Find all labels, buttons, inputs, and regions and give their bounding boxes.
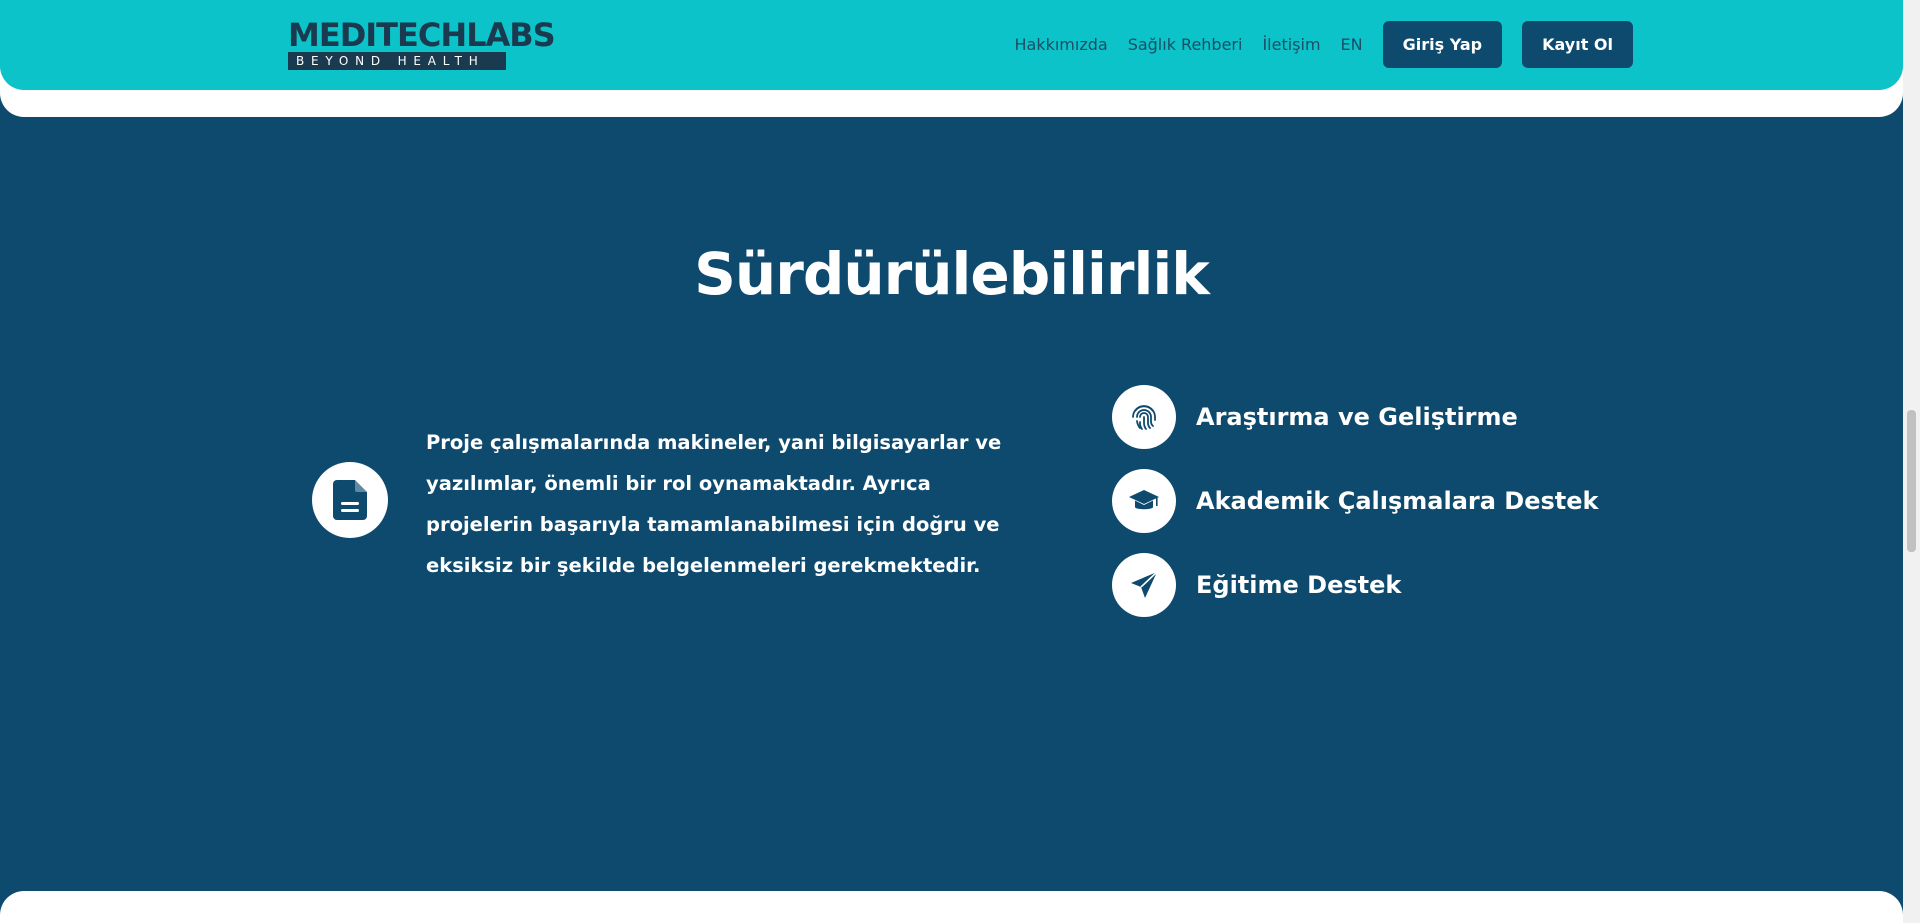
header: MEDITECHLABS BEYOND HEALTH Hakkımızda Sa… [0,0,1903,90]
feature-icon-badge [1112,553,1176,617]
feature-label-academic: Akademik Çalışmalara Destek [1196,487,1599,515]
scrollbar-thumb[interactable] [1907,410,1916,552]
feature-label-education: Eğitime Destek [1196,571,1402,599]
scrollbar[interactable] [1903,0,1920,923]
next-section-edge [0,891,1903,923]
document-icon-badge [312,462,388,538]
header-frame: MEDITECHLABS BEYOND HEALTH Hakkımızda Sa… [0,0,1903,117]
feature-icon-badge [1112,385,1176,449]
section-description: Proje çalışmalarında makineler, yani bil… [426,431,1002,577]
nav-link-health-guide[interactable]: Sağlık Rehberi [1128,35,1243,54]
page: MEDITECHLABS BEYOND HEALTH Hakkımızda Sa… [0,0,1920,923]
logo-text: MEDITECHLABS [288,16,556,54]
graduation-cap-icon [1129,490,1159,510]
login-button[interactable]: Giriş Yap [1382,21,1503,68]
feature-academic: Akademik Çalışmalara Destek [1112,469,1599,533]
feature-education: Eğitime Destek [1112,553,1401,617]
register-button[interactable]: Kayıt Ol [1522,21,1633,68]
feature-label-research: Araştırma ve Geliştirme [1196,403,1518,431]
logo-tagline: BEYOND HEALTH [288,52,506,70]
section-title: Sürdürülebilirlik [694,240,1210,308]
logo[interactable]: MEDITECHLABS BEYOND HEALTH [288,16,556,70]
feature-research: Araştırma ve Geliştirme [1112,385,1518,449]
paper-plane-icon [1131,571,1158,598]
nav-link-contact[interactable]: İletişim [1262,35,1320,54]
fingerprint-icon [1132,405,1156,430]
top-nav: Hakkımızda Sağlık Rehberi İletişim EN Gi… [1014,21,1633,68]
feature-icon-badge [1112,469,1176,533]
document-icon [333,480,367,520]
language-switch[interactable]: EN [1341,35,1363,54]
nav-link-about[interactable]: Hakkımızda [1014,35,1107,54]
